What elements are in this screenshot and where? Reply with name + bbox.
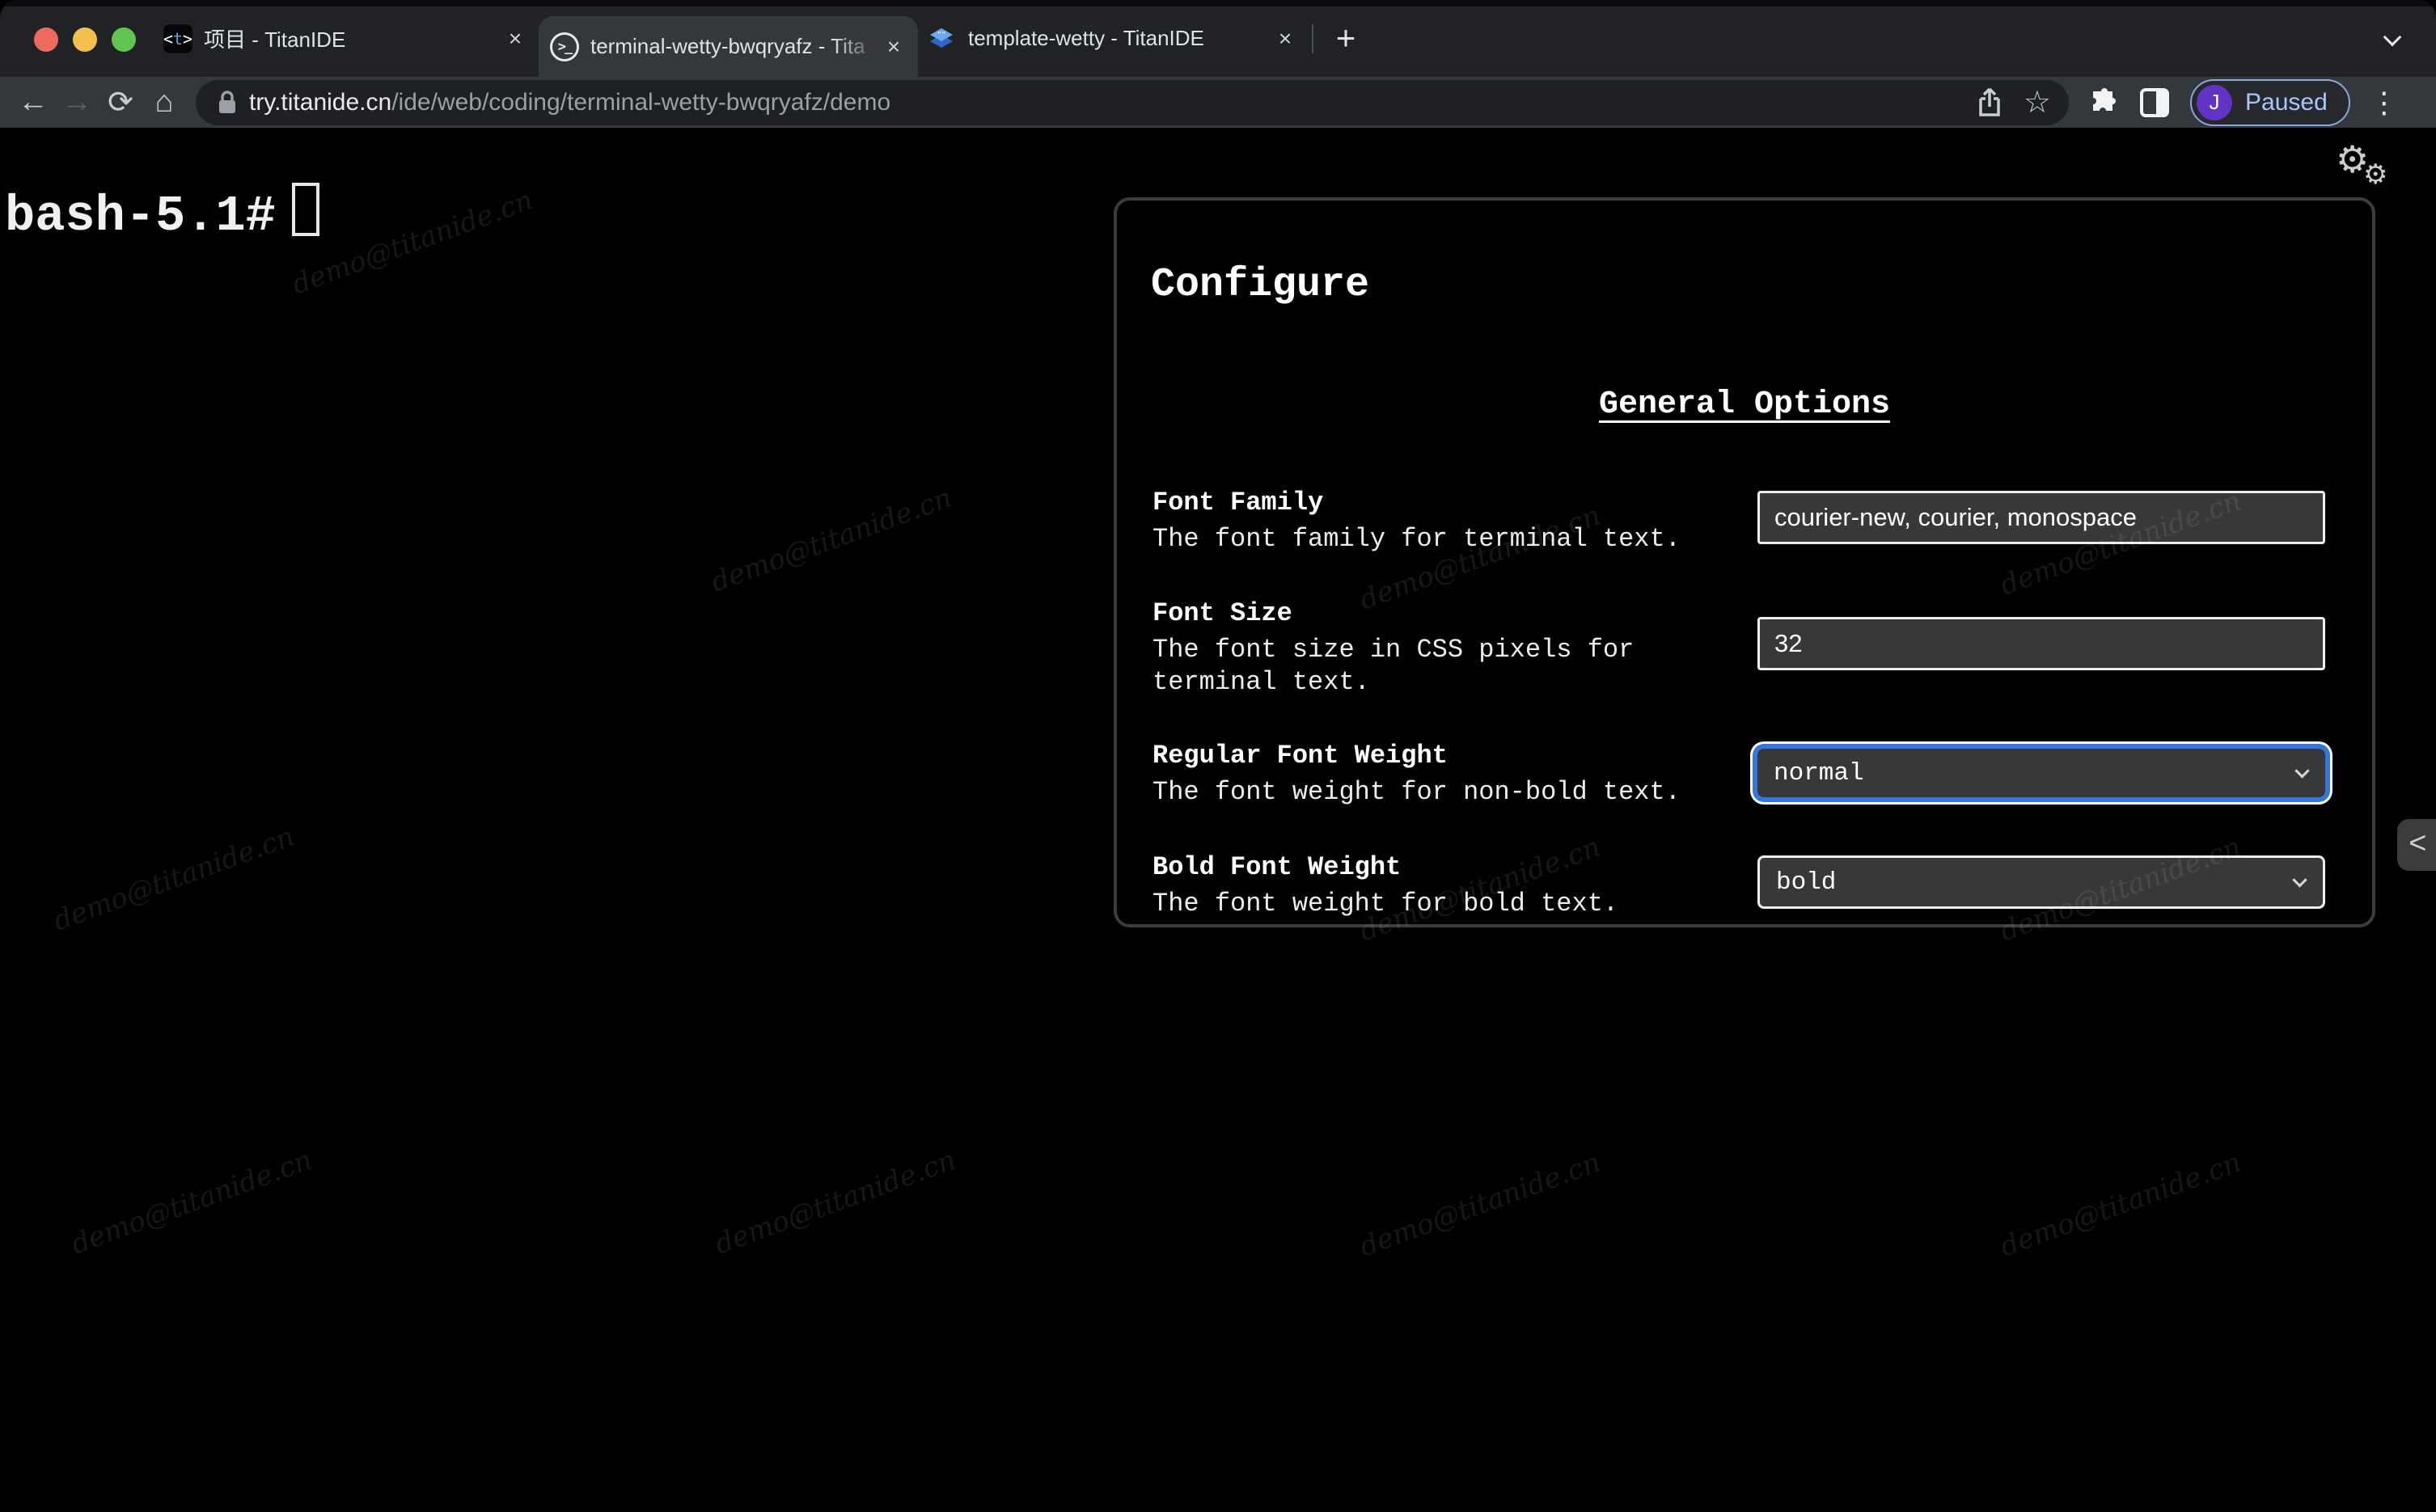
selected-value: normal [1774,758,1864,788]
tab-divider [1312,24,1313,53]
watermark-text: demo@titanide.cn [1995,1146,2246,1264]
font-size-label-block: Font Size The font size in CSS pixels fo… [1152,597,1731,699]
regular-font-weight-label-block: Regular Font Weight The font weight for … [1152,739,1731,809]
collapse-panel-handle[interactable]: < [2397,819,2436,871]
close-tab-icon[interactable]: × [1272,26,1298,52]
close-window-button[interactable] [34,27,58,52]
selected-value: bold [1776,868,1837,897]
browser-menu-icon[interactable]: ⋮ [2370,86,2399,120]
url-text: try.titanide.cn/ide/web/coding/terminal-… [249,88,891,116]
regular-font-weight-select[interactable]: normal [1757,749,2325,797]
titanide-t-icon: < t > [163,23,192,53]
terminal-prompt-line: bash-5.1# [5,176,319,245]
general-options-heading: General Options [1598,386,1891,423]
font-family-input[interactable] [1757,491,2325,544]
reload-icon[interactable]: ⟳ [99,84,142,120]
field-label: Regular Font Weight [1152,741,1448,771]
new-tab-button[interactable]: + [1328,21,1364,57]
bookmark-star-icon[interactable]: ☆ [2024,84,2051,120]
close-tab-icon[interactable]: × [881,34,907,60]
side-panel-icon[interactable] [2140,87,2169,117]
field-label: Bold Font Weight [1152,852,1402,882]
bold-font-weight-label-block: Bold Font Weight The font weight for bol… [1152,851,1731,920]
watermark-text: demo@titanide.cn [706,481,957,599]
watermark-text: demo@titanide.cn [1355,1146,1605,1264]
field-description: The font size in CSS pixels for terminal… [1152,635,1635,697]
configure-panel: Configure General Options Font Family Th… [1114,197,2375,927]
forward-icon[interactable]: → [55,85,99,120]
tab-project[interactable]: < t > 项目 - TitanIDE × [163,0,528,77]
extensions-puzzle-icon[interactable] [2090,87,2119,117]
field-description: The font family for terminal text. [1152,524,1681,554]
tab-title: template-wetty - TitanIDE [968,26,1204,50]
profile-paused-button[interactable]: J Paused [2190,78,2350,126]
browser-window: < t > 项目 - TitanIDE × >_ terminal-wetty-bw… [0,0,2436,1512]
browser-toolbar: ← → ⟳ ⌂ try.titanide.cn/ide/web/coding/t… [0,77,2436,128]
minimize-window-button[interactable] [73,27,97,52]
watermark-text: demo@titanide.cn [66,1143,317,1261]
tab-template-wetty[interactable]: “” template-wetty - TitanIDE × [926,0,1298,77]
tab-terminal-wetty-active[interactable]: >_ terminal-wetty-bwqryafz - Tita × [539,16,918,77]
panel-title: Configure [1151,262,1370,308]
bold-font-weight-select[interactable]: bold [1757,855,2325,909]
field-label: Font Family [1152,488,1324,517]
terminal-icon: >_ [550,32,579,61]
chevron-down-icon [2294,763,2310,779]
tab-title: 项目 - TitanIDE [204,27,346,52]
watermark-text: demo@titanide.cn [710,1143,961,1261]
svg-text:“”: “” [937,31,945,40]
home-icon[interactable]: ⌂ [142,85,186,120]
chevron-down-icon [2292,872,2307,888]
tab-title: terminal-wetty-bwqryafz - Tita [590,34,881,59]
template-stack-icon: “” [926,23,957,54]
field-description: The font weight for bold text. [1152,889,1619,919]
terminal-prompt: bash-5.1# [5,188,276,245]
font-size-input[interactable] [1757,617,2325,670]
back-icon[interactable]: ← [11,85,55,120]
field-label: Font Size [1152,598,1292,628]
avatar: J [2197,84,2232,120]
watermark-text: demo@titanide.cn [49,820,299,938]
terminal-page: demo@titanide.cn demo@titanide.cn demo@tit… [0,128,2436,1512]
lock-icon [219,90,235,113]
font-family-label-block: Font Family The font family for terminal… [1152,486,1731,555]
tab-overflow-chevron-icon[interactable] [2383,27,2402,47]
terminal-cursor [291,183,319,236]
address-bar[interactable]: try.titanide.cn/ide/web/coding/terminal-… [196,79,2069,125]
settings-gears-icon[interactable]: ⚙ ⚙ [2336,137,2387,191]
zoom-window-button[interactable] [112,27,136,52]
close-tab-icon[interactable]: × [502,26,528,52]
share-icon[interactable] [1977,87,2003,119]
tab-strip: < t > 项目 - TitanIDE × >_ terminal-wetty-bw… [0,0,2436,77]
field-description: The font weight for non-bold text. [1152,777,1681,807]
watermark-text: demo@titanide.cn [287,184,538,302]
chevron-left-icon: < [2409,827,2427,863]
profile-status-label: Paused [2245,88,2328,116]
